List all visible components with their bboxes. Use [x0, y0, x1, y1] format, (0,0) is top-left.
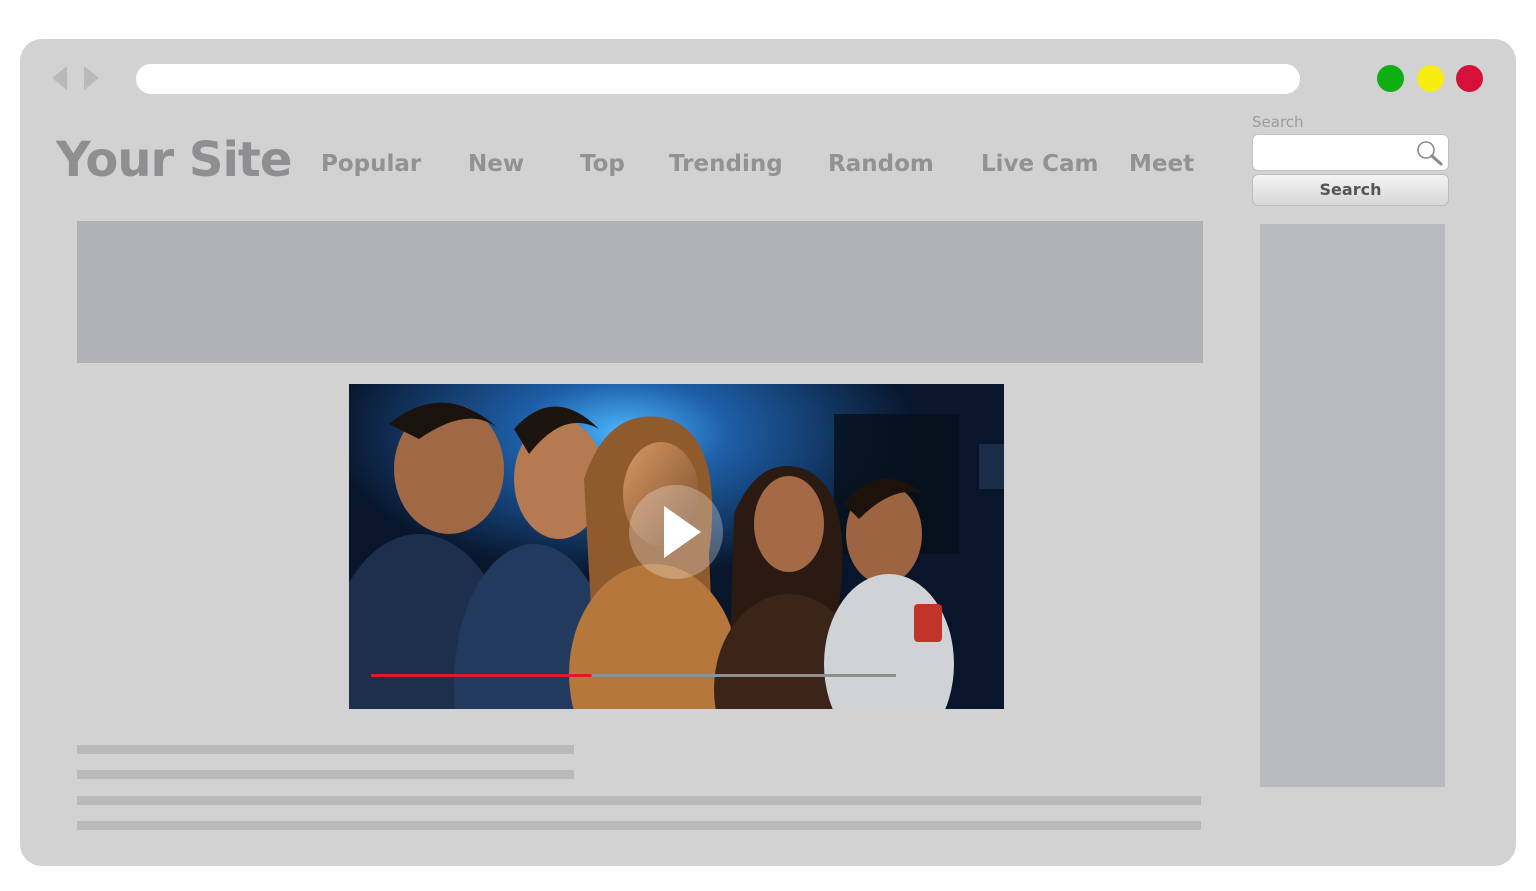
video-thumbnail	[349, 384, 1004, 709]
text-line-placeholder	[77, 821, 1201, 830]
search-input[interactable]	[1259, 139, 1413, 168]
nav-trending[interactable]: Trending	[669, 148, 783, 180]
video-player[interactable]	[349, 384, 1004, 709]
progress-fill	[371, 674, 592, 677]
nav-random[interactable]: Random	[828, 148, 934, 180]
text-line-placeholder	[77, 770, 574, 779]
nav-meet[interactable]: Meet	[1129, 148, 1194, 180]
banner-ad-placeholder	[77, 221, 1203, 363]
search-button[interactable]: Search	[1252, 174, 1449, 206]
text-line-placeholder	[77, 745, 574, 754]
site-logo[interactable]: Your Site	[56, 128, 292, 192]
nav-popular[interactable]: Popular	[321, 148, 421, 180]
minimize-button[interactable]	[1417, 65, 1444, 92]
close-button[interactable]	[1456, 65, 1483, 92]
maximize-button[interactable]	[1377, 65, 1404, 92]
forward-arrow-icon[interactable]	[84, 66, 99, 90]
search-label: Search	[1252, 113, 1304, 131]
sidebar-ad-placeholder	[1260, 224, 1445, 787]
text-line-placeholder	[77, 796, 1201, 805]
nav-new[interactable]: New	[468, 148, 524, 180]
nav-top[interactable]: Top	[580, 148, 625, 180]
magnifier-icon[interactable]	[1416, 140, 1444, 166]
nav-live-cam[interactable]: Live Cam	[981, 148, 1099, 180]
back-arrow-icon[interactable]	[52, 66, 67, 90]
address-bar[interactable]	[136, 64, 1300, 94]
